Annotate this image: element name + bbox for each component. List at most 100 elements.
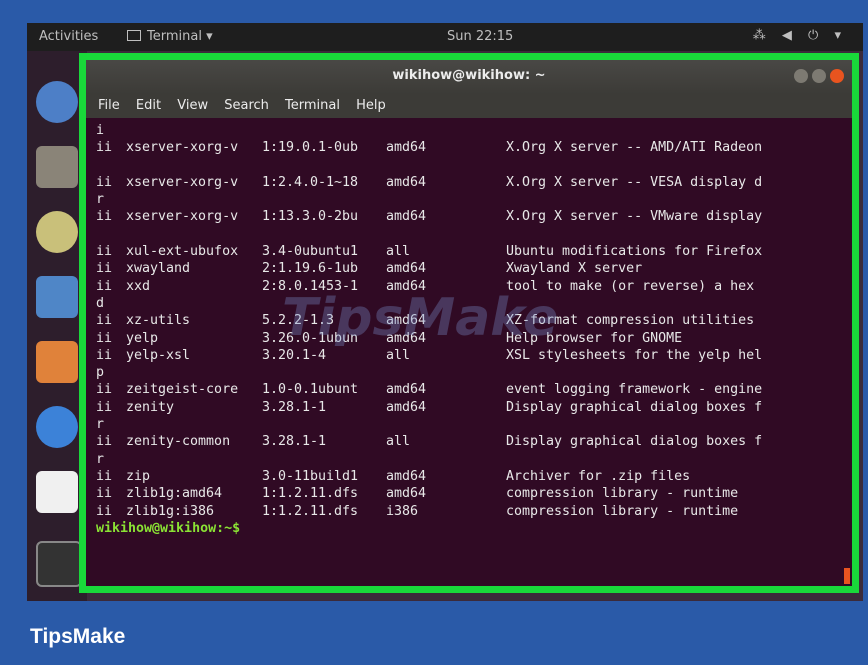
terminal-line: p (96, 365, 105, 381)
shell-prompt: wikihow@wikihow:~$ (96, 520, 241, 536)
package-name-cell: xxd (126, 278, 151, 294)
help-icon[interactable] (36, 406, 78, 448)
terminal-line: ii xul-ext-ubufox 3.4-0ubuntu1 all Ubuntu mo… (96, 243, 842, 260)
terminal-line: ii zenity 3.28.1-1 amd64 Display graphical d… (96, 399, 842, 416)
menu-search[interactable]: Search (224, 98, 269, 113)
status-cell: ii (96, 209, 113, 225)
description-cell: Display graphical dialog boxes f (506, 399, 763, 415)
arch-cell: amd64 (386, 486, 427, 502)
version-cell: 2:1.19.6-1ub (262, 261, 359, 277)
package-name-cell: yelp (126, 330, 159, 346)
software-icon[interactable] (36, 341, 78, 383)
version-cell: 3.28.1-1 (262, 434, 327, 450)
version-cell: 1:1.2.11.dfs (262, 486, 359, 502)
package-name-cell: xserver-xorg-v (126, 174, 239, 190)
description-cell: X.Org X server -- VMware display (506, 209, 763, 225)
top-bar: Activities Terminal ▾ Sun 22:15 ⁂ ◀ ⏻ ▾ (27, 23, 863, 51)
maximize-button[interactable] (812, 69, 826, 83)
terminal-line: ii yelp-xsl 3.20.1-4 all XSL stylesheets for… (96, 347, 842, 364)
description-cell: Archiver for .zip files (506, 468, 691, 484)
terminal-line: ii zlib1g:amd64 1:1.2.11.dfs amd64 compressi… (96, 485, 842, 502)
system-tray[interactable]: ⁂ ◀ ⏻ ▾ (753, 28, 847, 43)
version-cell: 1:1.2.11.dfs (262, 503, 359, 519)
version-cell: 3.28.1-1 (262, 399, 327, 415)
arch-cell: amd64 (386, 140, 427, 156)
writer-icon[interactable] (36, 276, 78, 318)
minimize-button[interactable] (794, 69, 808, 83)
terminal-line: ii xwayland 2:1.19.6-1ub amd64 Xwayland X se… (96, 260, 842, 277)
terminal-dock-icon[interactable] (36, 541, 82, 587)
terminal-line: ii zenity-common 3.28.1-1 all Display graphi… (96, 433, 842, 450)
arch-cell: all (386, 434, 411, 450)
version-cell: 1:2.4.0-1~18 (262, 174, 359, 190)
status-cell: ii (96, 140, 113, 156)
desktop-screen: Activities Terminal ▾ Sun 22:15 ⁂ ◀ ⏻ ▾ … (27, 23, 863, 601)
terminal-line: ii xserver-xorg-v 1:19.0.1-0ub amd64 X.Org X… (96, 139, 842, 156)
description-cell: Display graphical dialog boxes f (506, 434, 763, 450)
arch-cell: amd64 (386, 209, 427, 225)
watermark: TipsMake (282, 288, 559, 348)
terminal-line: ii zlib1g:i386 1:1.2.11.dfs i386 compression… (96, 503, 842, 520)
menu-help[interactable]: Help (356, 98, 386, 113)
arch-cell: all (386, 347, 411, 363)
package-name-cell: zip (126, 468, 151, 484)
music-icon[interactable] (36, 211, 78, 253)
status-cell: ii (96, 434, 113, 450)
status-cell: ii (96, 503, 113, 519)
files-icon[interactable] (36, 146, 78, 188)
arch-cell: amd64 (386, 468, 427, 484)
close-button[interactable] (830, 69, 844, 83)
status-cell: ii (96, 399, 113, 415)
description-cell: compression library - runtime (506, 486, 739, 502)
version-cell: 1.0-0.1ubunt (262, 382, 359, 398)
package-name-cell: xserver-xorg-v (126, 140, 239, 156)
description-cell: event logging framework - engine (506, 382, 763, 398)
terminal-line: ii zeitgeist-core 1.0-0.1ubunt amd64 event l… (96, 381, 842, 398)
status-cell: ii (96, 174, 113, 190)
status-cell: ii (96, 347, 113, 363)
app-menu[interactable]: Terminal ▾ (127, 29, 213, 44)
package-name-cell: xserver-xorg-v (126, 209, 239, 225)
clock[interactable]: Sun 22:15 (447, 29, 513, 44)
arch-cell: i386 (386, 503, 419, 519)
terminal-line: r (96, 417, 105, 433)
menu-view[interactable]: View (177, 98, 208, 113)
package-name-cell: xul-ext-ubufox (126, 244, 239, 260)
activities-button[interactable]: Activities (39, 29, 98, 44)
window-titlebar[interactable]: wikihow@wikihow: ~ (86, 60, 852, 94)
description-cell: XSL stylesheets for the yelp hel (506, 347, 763, 363)
menu-file[interactable]: File (98, 98, 120, 113)
package-name-cell: xwayland (126, 261, 191, 277)
status-cell: ii (96, 468, 113, 484)
menu-bar: File Edit View Search Terminal Help (86, 94, 852, 118)
package-name-cell: xz-utils (126, 313, 191, 329)
terminal-line: ii zip 3.0-11build1 amd64 Archiver for .zip … (96, 468, 842, 485)
terminal-line: ii xserver-xorg-v 1:13.3.0-2bu amd64 X.Org X… (96, 208, 842, 225)
status-cell: ii (96, 313, 113, 329)
terminal-output[interactable]: i ii xserver-xorg-v 1:19.0.1-0ub amd64 X.Org … (96, 122, 842, 576)
version-cell: 3.4-0ubuntu1 (262, 244, 359, 260)
menu-terminal[interactable]: Terminal (285, 98, 340, 113)
status-cell: ii (96, 244, 113, 260)
description-cell: compression library - runtime (506, 503, 739, 519)
package-name-cell: yelp-xsl (126, 347, 191, 363)
status-cell: ii (96, 261, 113, 277)
version-cell: 1:19.0.1-0ub (262, 140, 359, 156)
package-name-cell: zlib1g:i386 (126, 503, 215, 519)
status-cell: ii (96, 330, 113, 346)
terminal-cursor (844, 568, 850, 584)
window-title: wikihow@wikihow: ~ (392, 68, 546, 83)
menu-edit[interactable]: Edit (136, 98, 161, 113)
package-name-cell: zenity-common (126, 434, 231, 450)
package-name-cell: zenity (126, 399, 175, 415)
version-cell: 3.20.1-4 (262, 347, 327, 363)
browser-icon[interactable] (36, 81, 78, 123)
description-cell: Xwayland X server (506, 261, 643, 277)
amazon-icon[interactable] (36, 471, 78, 513)
version-cell: 1:13.3.0-2bu (262, 209, 359, 225)
terminal-line: ii xserver-xorg-v 1:2.4.0-1~18 amd64 X.Org X… (96, 174, 842, 191)
terminal-line: i (96, 123, 105, 138)
terminal-line: r (96, 192, 105, 208)
